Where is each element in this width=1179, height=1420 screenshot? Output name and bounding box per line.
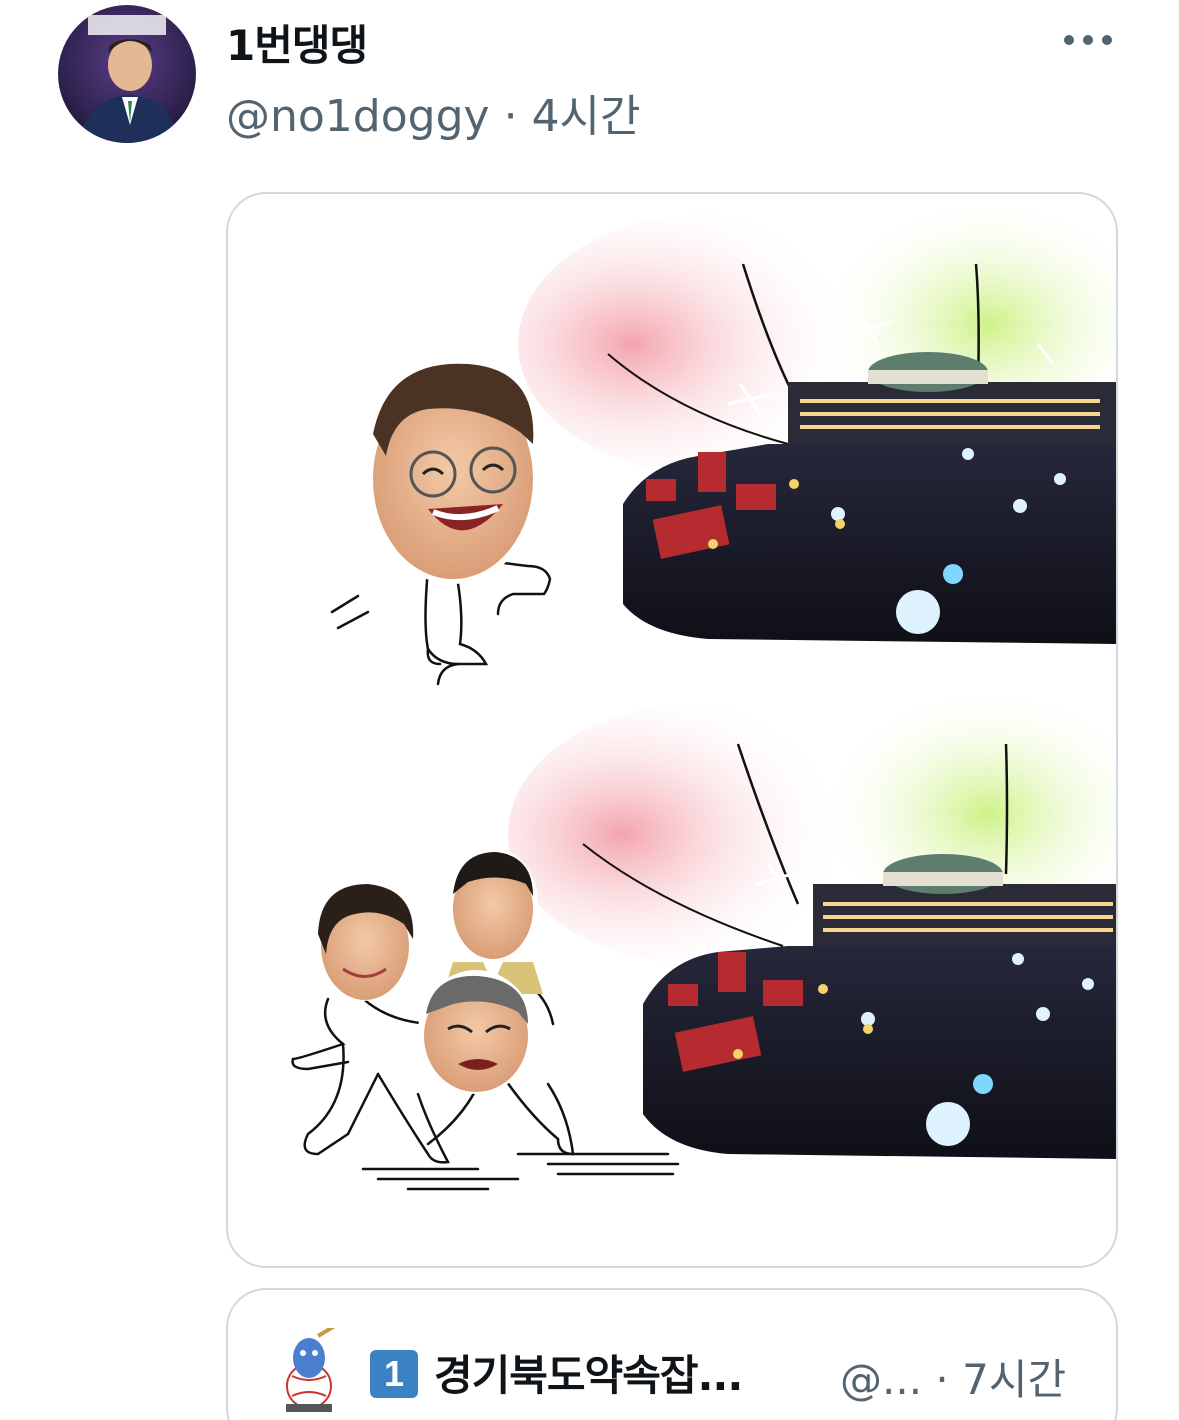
panel-2 — [291, 694, 1116, 1191]
keycap-1-icon: 1 — [370, 1350, 418, 1398]
timestamp[interactable]: 4시간 — [532, 91, 641, 142]
quoted-timestamp[interactable]: 7시간 — [962, 1355, 1066, 1404]
profile-avatar[interactable] — [58, 5, 196, 143]
quoted-avatar[interactable] — [278, 1322, 340, 1412]
more-horizontal-icon[interactable] — [1058, 20, 1118, 60]
display-name[interactable]: 1번댕댕 — [226, 12, 368, 73]
tweet-media-image[interactable] — [226, 192, 1118, 1268]
quoted-separator: · — [935, 1355, 949, 1404]
avatar-image — [58, 5, 196, 143]
panel-1 — [330, 204, 1116, 686]
handle-row: @no1doggy · 4시간 — [226, 80, 641, 144]
quoted-display-name[interactable]: 경기북도약속잡... — [434, 1342, 743, 1403]
separator: · — [503, 91, 518, 142]
meme-illustration — [291, 204, 1116, 1191]
tweet-view: 1번댕댕 @no1doggy · 4시간 1 경기북도약속잡... @... ·… — [0, 0, 1179, 1420]
handle[interactable]: @no1doggy — [226, 91, 490, 142]
quoted-handle-row: @... · 7시간 — [840, 1346, 1066, 1407]
quoted-handle[interactable]: @... — [840, 1355, 922, 1404]
quoted-tweet-card[interactable]: 1 경기북도약속잡... @... · 7시간 — [226, 1288, 1118, 1420]
